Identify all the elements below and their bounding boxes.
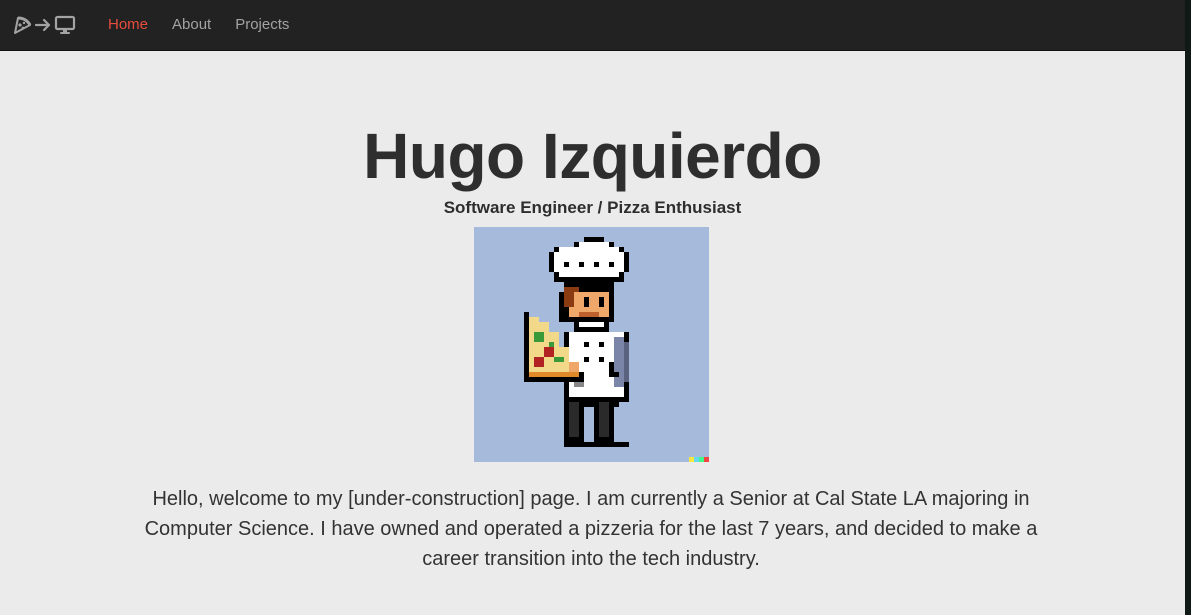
pizza-icon (12, 15, 32, 35)
monitor-icon (54, 15, 76, 35)
intro-paragraph: Hello, welcome to my [under-construction… (144, 488, 1038, 570)
chef-avatar-image (474, 227, 709, 462)
nav-link-home[interactable]: Home (96, 0, 160, 50)
page: Home About Projects Hugo Izquierdo Softw… (0, 0, 1185, 615)
nav-link-about[interactable]: About (160, 0, 223, 50)
window-edge (1185, 0, 1191, 615)
page-title: Hugo Izquierdo (363, 120, 822, 192)
nav-link-projects[interactable]: Projects (223, 0, 301, 50)
arrow-right-icon (34, 15, 52, 35)
navbar: Home About Projects (0, 0, 1185, 51)
tagline: Software Engineer / Pizza Enthusiast (443, 198, 742, 217)
brand-logo[interactable] (12, 13, 76, 37)
nav-links: Home About Projects (96, 0, 301, 50)
